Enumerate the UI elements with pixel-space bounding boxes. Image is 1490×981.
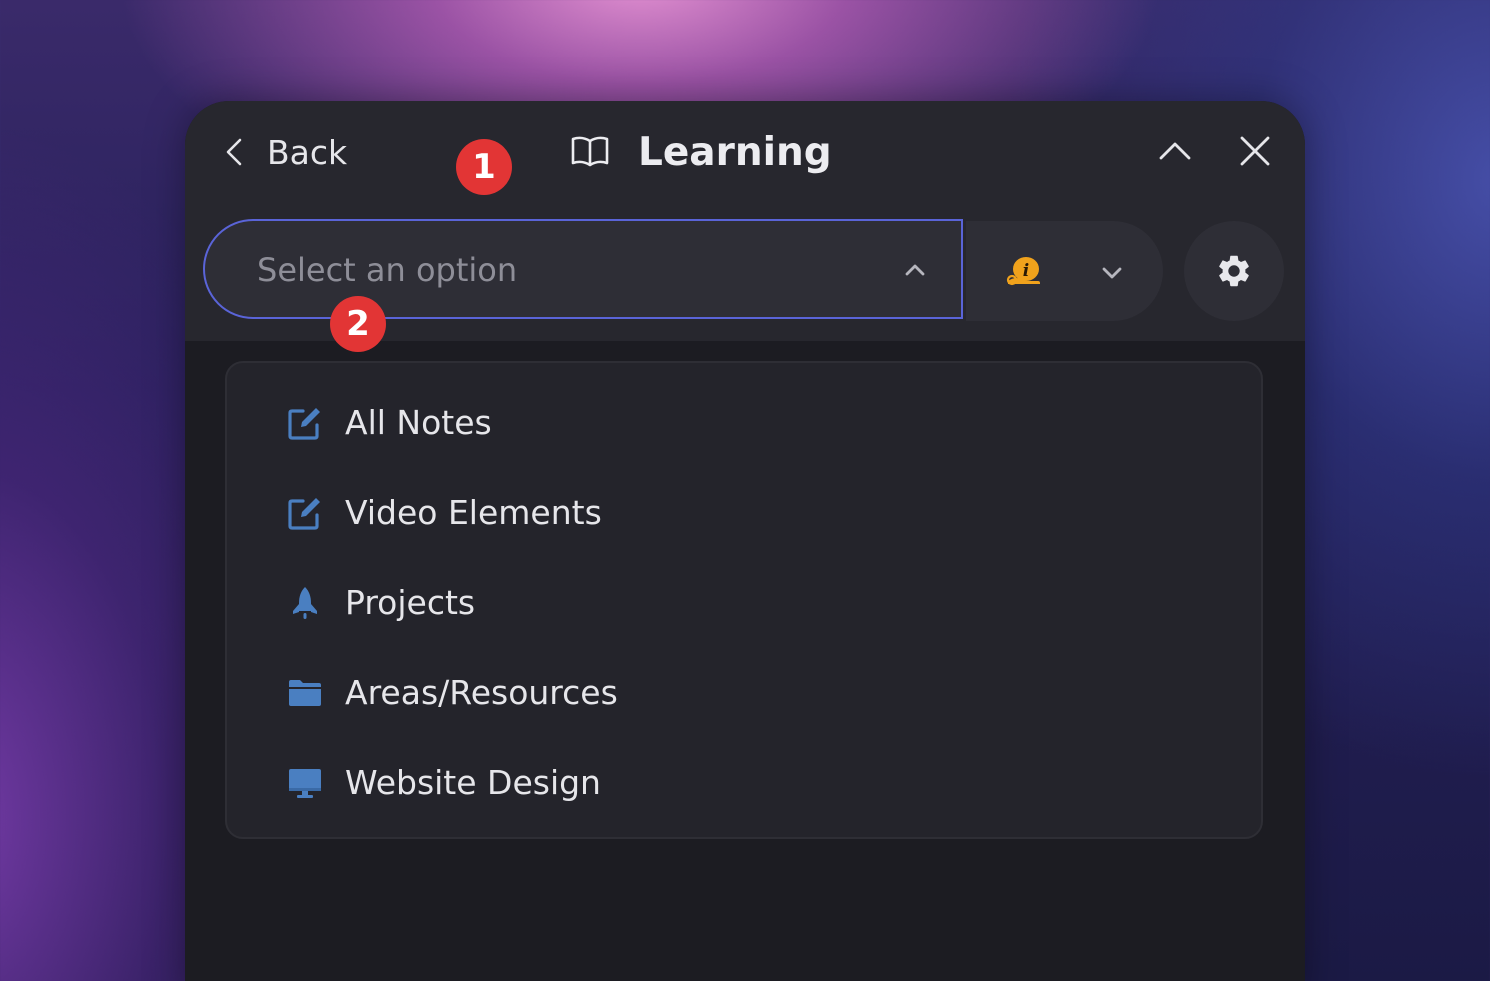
book-open-icon xyxy=(571,136,609,167)
dropdown-option-video-elements[interactable]: Video Elements xyxy=(227,468,1261,558)
chevron-up-icon xyxy=(905,264,925,276)
select-placeholder: Select an option xyxy=(257,251,518,289)
edit-note-icon xyxy=(288,498,320,530)
dropdown-option-label: Video Elements xyxy=(345,493,602,532)
page-title: Learning xyxy=(570,127,832,177)
dropdown-option-all-notes[interactable]: All Notes xyxy=(227,378,1261,468)
snail-info-icon: i xyxy=(1006,257,1040,286)
chevron-left-icon xyxy=(226,138,242,166)
learning-panel: Back Learning Select an option i All Not… xyxy=(185,101,1305,981)
icon-select[interactable]: i xyxy=(966,221,1163,321)
folder-icon xyxy=(289,680,321,706)
dropdown-option-label: Projects xyxy=(345,583,476,622)
close-icon xyxy=(1240,136,1270,166)
monitor-icon xyxy=(289,769,321,798)
chevron-up-icon xyxy=(1159,142,1191,160)
settings-button[interactable] xyxy=(1184,221,1284,321)
dropdown-option-projects[interactable]: Projects xyxy=(227,558,1261,648)
close-button[interactable] xyxy=(1235,131,1275,171)
dropdown-option-label: Website Design xyxy=(345,763,601,802)
back-button[interactable]: Back xyxy=(223,129,347,175)
rocket-icon xyxy=(293,587,317,619)
back-label: Back xyxy=(267,132,348,172)
svg-text:i: i xyxy=(1023,261,1029,281)
page-title-text: Learning xyxy=(638,129,832,175)
dropdown-option-label: Areas/Resources xyxy=(345,673,618,712)
dropdown-option-website-design[interactable]: Website Design xyxy=(227,738,1261,828)
dropdown-option-label: All Notes xyxy=(345,403,492,442)
edit-note-icon xyxy=(288,408,320,440)
gear-icon xyxy=(1219,255,1249,287)
option-select[interactable]: Select an option xyxy=(203,219,963,319)
options-dropdown: All Notes Video Elements Projects Areas/… xyxy=(225,361,1263,839)
step-badge-1: 1 xyxy=(456,139,512,195)
chevron-down-icon xyxy=(1102,267,1122,279)
collapse-button[interactable] xyxy=(1155,131,1195,171)
panel-header: Back Learning xyxy=(185,101,1305,205)
step-badge-2: 2 xyxy=(330,296,386,352)
dropdown-option-areas-resources[interactable]: Areas/Resources xyxy=(227,648,1261,738)
